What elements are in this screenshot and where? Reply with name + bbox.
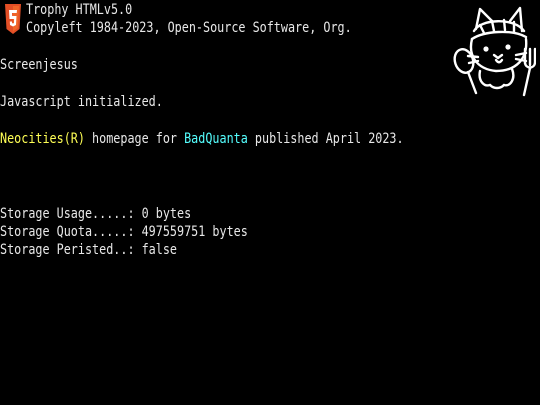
cat-chef-mascot-icon [453, 6, 536, 97]
storage-usage-value: 0 bytes [141, 206, 192, 222]
storage-quota-value: 497559751 bytes [141, 224, 248, 240]
storage-usage-label: Storage Usage.....: [0, 206, 142, 222]
storage-usage-line: Storage Usage.....: 0 bytes [0, 205, 191, 223]
storage-persisted-label: Storage Peristed..: [0, 242, 142, 258]
storage-persisted-value: false [141, 242, 178, 258]
neocities-brand: Neocities(R) [0, 131, 85, 147]
user-name-line: Screenjesus [0, 57, 78, 73]
html5-logo-icon [5, 4, 21, 34]
publish-line: Neocities(R) homepage for BadQuanta publ… [0, 130, 404, 148]
storage-persisted-line: Storage Peristed..: false [0, 241, 177, 259]
publish-middle-text: homepage for [84, 131, 185, 147]
storage-quota-label: Storage Quota.....: [0, 224, 142, 240]
bios-screen: Trophy HTMLv5.0 Copyleft 1984-2023, Open… [0, 0, 540, 405]
copyright-line: Copyleft 1984-2023, Open-Source Software… [26, 20, 352, 36]
js-status-line: Javascript initialized. [0, 94, 163, 110]
publish-date-text: published April 2023. [247, 131, 404, 147]
product-title: Trophy HTMLv5.0 [26, 2, 133, 18]
storage-quota-line: Storage Quota.....: 497559751 bytes [0, 223, 248, 241]
site-user-name: BadQuanta [184, 131, 248, 147]
